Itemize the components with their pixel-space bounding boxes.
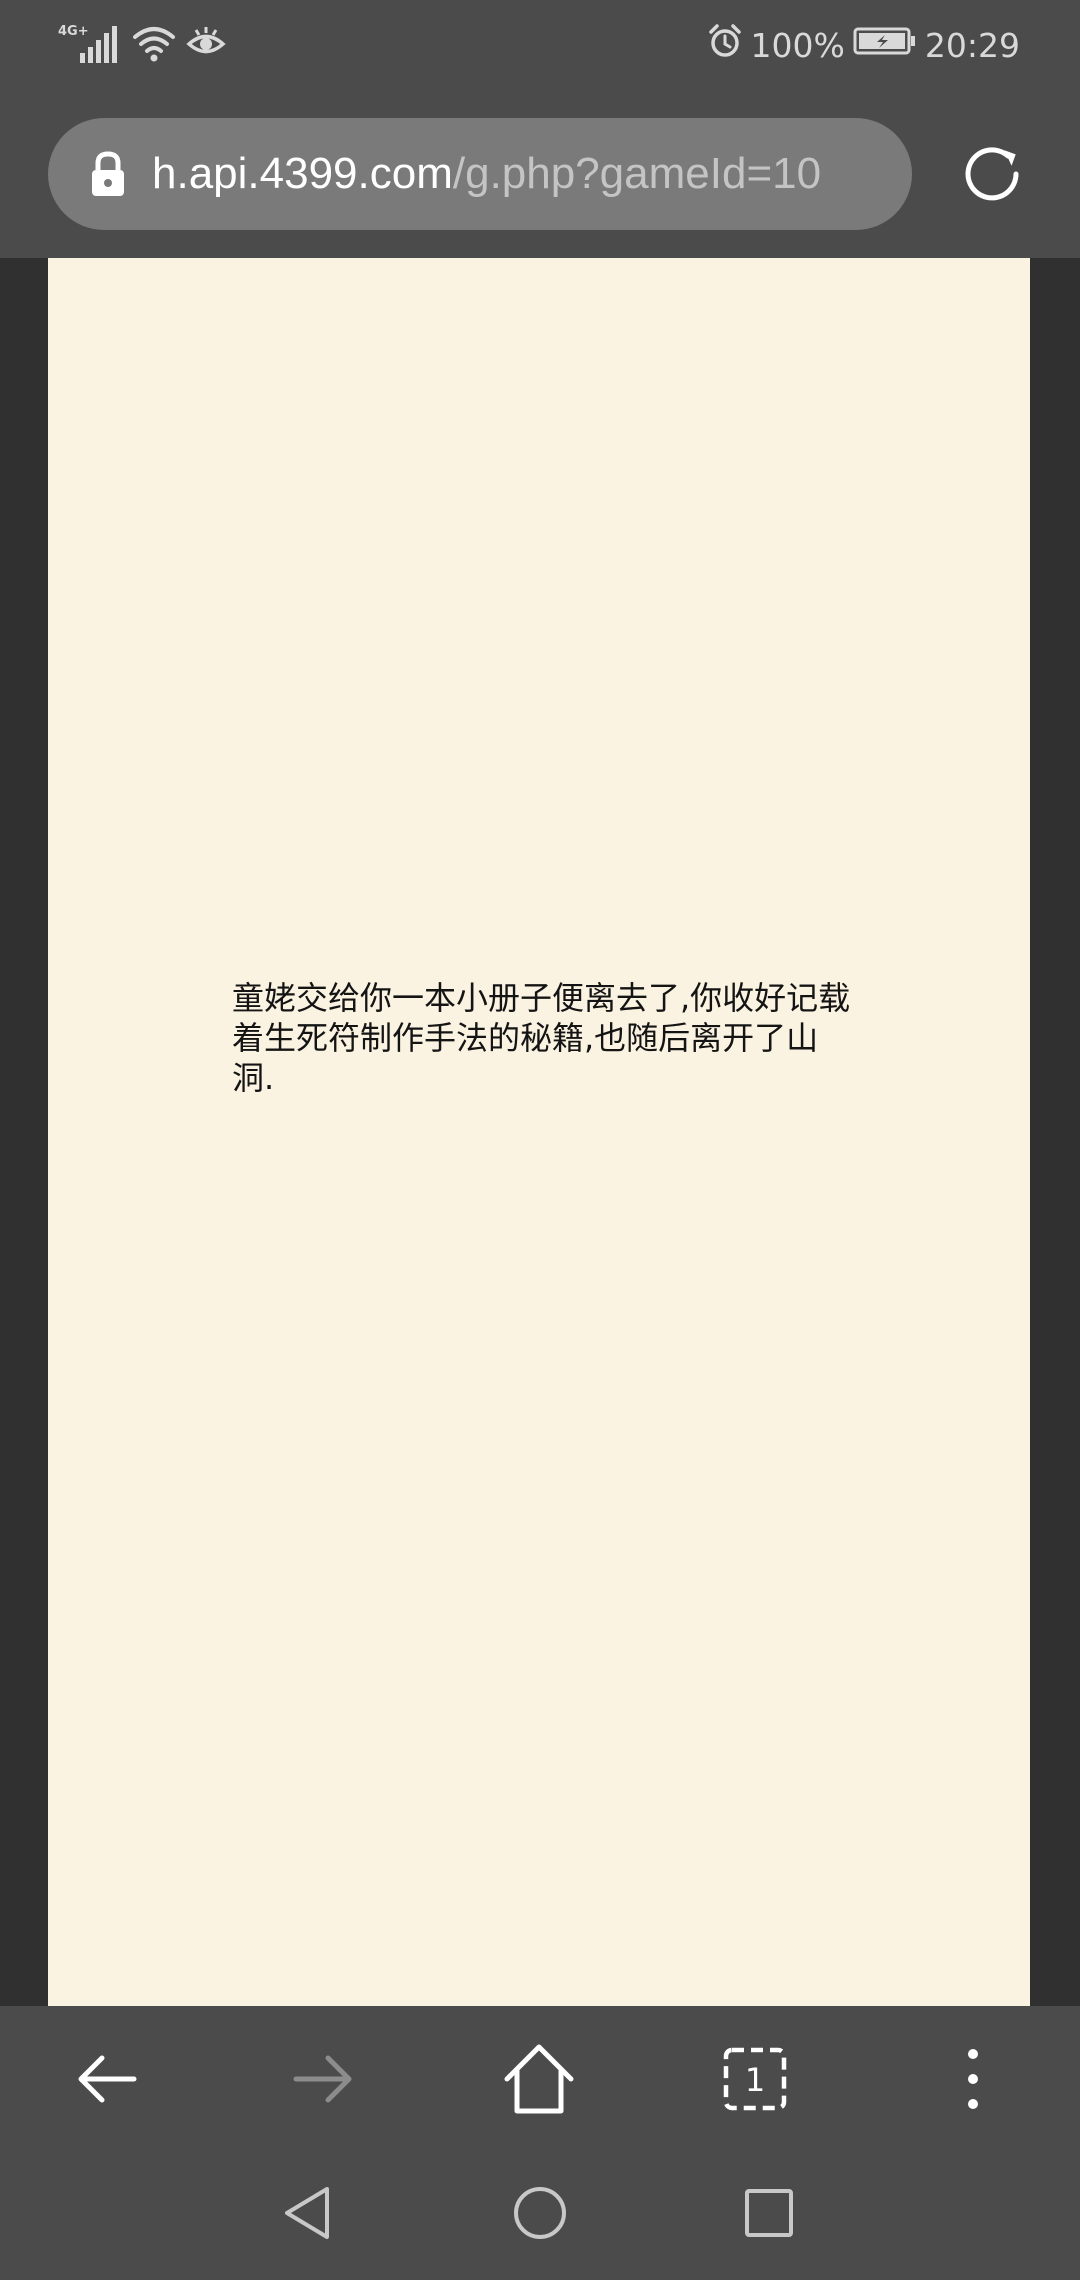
address-bar-row: h.api.4399.com/g.php?gameId=10 <box>0 114 1080 234</box>
alarm-icon <box>707 23 743 67</box>
more-icon <box>968 2049 978 2109</box>
network-label: 4G+ <box>58 24 89 39</box>
battery-charging-icon <box>853 25 917 65</box>
browser-toolbar: 1 <box>0 2006 1080 2148</box>
nav-back-icon <box>285 2187 329 2239</box>
url-text[interactable]: h.api.4399.com/g.php?gameId=10 <box>152 149 821 199</box>
status-bar: 4G+ 100% 20:29 <box>0 0 1080 92</box>
tabs-button[interactable]: 1 <box>710 2034 800 2124</box>
more-button[interactable] <box>928 2034 1018 2124</box>
wifi-icon <box>132 23 176 67</box>
reload-button[interactable] <box>956 138 1028 210</box>
clock: 20:29 <box>924 25 1020 65</box>
home-button[interactable] <box>494 2034 584 2124</box>
tab-count: 1 <box>745 2061 765 2099</box>
back-icon <box>78 2055 137 2103</box>
back-button[interactable] <box>62 2034 152 2124</box>
phone-screen: 4G+ 100% 20:29 h.api.4399.com/g.php?game… <box>0 0 1080 2280</box>
status-left: 4G+ <box>58 20 226 70</box>
forward-icon <box>293 2055 352 2103</box>
lock-icon <box>88 150 128 198</box>
url-path: /g.php?gameId=10 <box>452 149 822 198</box>
system-nav-bar <box>0 2148 1080 2280</box>
battery-percent: 100% <box>750 25 845 65</box>
signal-icon: 4G+ <box>58 21 122 69</box>
nav-home-icon <box>514 2187 566 2239</box>
browser-top-chrome: 4G+ 100% 20:29 h.api.4399.com/g.php?game… <box>0 0 1080 258</box>
game-canvas[interactable]: 童姥交给你一本小册子便离去了,你收好记载着生死符制作手法的秘籍,也随后离开了山洞… <box>48 258 1030 2006</box>
nav-home-button[interactable] <box>505 2178 575 2248</box>
nav-recents-button[interactable] <box>734 2178 804 2248</box>
reload-icon <box>965 147 1019 201</box>
nav-back-button[interactable] <box>272 2178 342 2248</box>
forward-button[interactable] <box>278 2034 368 2124</box>
web-content: 童姥交给你一本小册子便离去了,你收好记载着生死符制作手法的秘籍,也随后离开了山洞… <box>0 258 1080 2006</box>
home-icon <box>504 2044 574 2114</box>
address-bar[interactable]: h.api.4399.com/g.php?gameId=10 <box>48 118 912 230</box>
url-host: h.api.4399.com <box>152 149 453 198</box>
eye-comfort-icon <box>186 25 226 65</box>
nav-recents-icon <box>745 2189 793 2237</box>
story-text: 童姥交给你一本小册子便离去了,你收好记载着生死符制作手法的秘籍,也随后离开了山洞… <box>232 979 851 1097</box>
tabs-icon: 1 <box>723 2047 787 2111</box>
status-right: 100% 20:29 <box>707 20 1020 70</box>
